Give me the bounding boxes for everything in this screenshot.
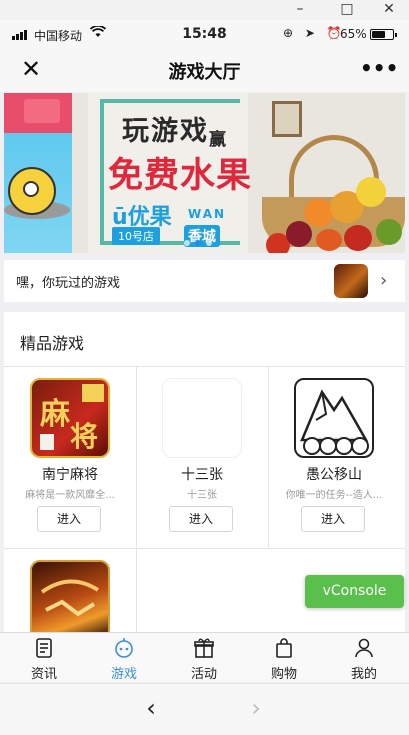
enter-button[interactable]: 进入 [169,506,233,532]
played-games-row[interactable]: 嘿，你玩过的游戏 › [4,260,405,302]
game-name: 愚公移山 [306,467,362,483]
gift-icon [24,99,60,123]
mahjong-game-icon[interactable]: 麻将 [30,378,110,458]
minimize-button[interactable]: – [283,0,317,20]
grandmaster-game-icon[interactable] [30,560,110,640]
status-bar: 中国移动 15:48 ⊕ ➤ ⏰ 65% [0,20,409,48]
bottom-tab-bar: 资讯 游戏 活动 购物 我的 [0,632,409,682]
window-close-button[interactable]: ✕ [372,0,406,20]
chevron-right-icon: › [380,270,388,291]
status-icons: ⊕ ➤ ⏰ [283,26,346,40]
tab-label: 我的 [350,667,377,682]
tab-label: 游戏 [110,667,137,682]
tab-activities[interactable]: 活动 [164,633,244,683]
svg-text:麻: 麻 [40,397,71,432]
maximize-button[interactable]: □ [330,0,364,20]
fruit-image [344,225,372,251]
page-title: 游戏大厅 [168,62,241,83]
browser-nav-bar: ‹ › [0,683,409,735]
fruit-image [316,229,342,251]
tab-news[interactable]: 资讯 [4,633,84,683]
fruit-image [376,219,402,245]
battery-percent: 65% [340,27,367,41]
enter-button[interactable]: 进入 [301,506,365,532]
carousel-dots [184,231,217,250]
nav-bar: ✕ 游戏大厅 ••• [0,48,409,92]
banner-wan-text: WAN [188,207,227,221]
news-icon [33,637,55,659]
section-title: 精品游戏 [20,334,85,353]
fruit-image [286,221,312,247]
shopping-bag-icon [273,637,295,659]
forward-button[interactable]: › [240,694,272,724]
tab-shopping[interactable]: 购物 [244,633,324,683]
tab-games[interactable]: 游戏 [84,633,164,683]
banner-headline: 玩游戏 [122,116,209,147]
game-name: 十三张 [181,467,223,483]
battery-icon [370,29,397,40]
game-name: 南宁麻将 [42,467,98,483]
yugong-game-icon[interactable] [294,378,374,458]
game-description: 十三张 [187,490,217,501]
game-card[interactable]: 十三张 十三张 进入 [136,366,268,546]
tab-label: 活动 [190,667,217,682]
game-card[interactable] [4,548,136,640]
gift-icon [193,637,215,659]
played-games-label: 嘿，你玩过的游戏 [16,276,121,291]
banner-store-badge: 10号店 [112,227,160,245]
game-card[interactable]: 愚公移山 你唯一的任务--造人... 进入 [268,366,400,546]
played-game-thumbnail[interactable] [334,264,368,298]
mascot-image [8,167,56,215]
tab-label: 资讯 [30,667,57,682]
tab-label: 购物 [270,667,297,682]
user-icon [353,637,375,659]
vconsole-button[interactable]: vConsole [305,575,404,608]
banner-free-fruit: 免费水果 [108,156,253,196]
back-button[interactable]: ‹ [135,694,167,724]
tab-profile[interactable]: 我的 [324,633,404,683]
svg-text:将: 将 [70,420,98,453]
thirteen-cards-game-icon[interactable] [162,378,242,458]
more-options-icon[interactable]: ••• [360,55,398,83]
close-icon[interactable]: ✕ [18,57,44,83]
divider [136,548,137,632]
enter-button[interactable]: 进入 [37,506,101,532]
game-description: 你唯一的任务--造人... [285,490,383,501]
game-description: 麻将是一款风靡全... [25,490,115,501]
fruit-image [356,177,386,207]
window-titlebar: – □ ✕ [0,0,409,20]
banner-carousel[interactable]: 玩游戏 赢 免费水果 ū优果 10号店 WAN 香城 [4,93,405,253]
wall-picture-image [272,101,302,137]
game-card[interactable]: 麻将 南宁麻将 麻将是一款风靡全... 进入 [4,366,136,546]
game-controller-icon [113,637,135,659]
